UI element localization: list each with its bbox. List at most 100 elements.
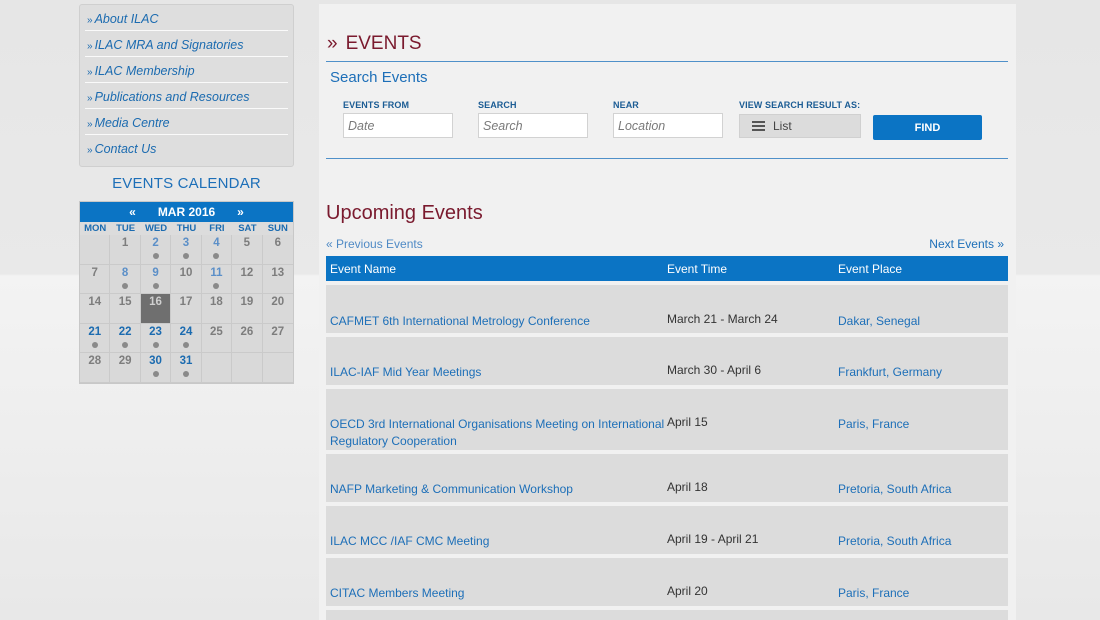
event-name-link[interactable]: ILAC MCC /IAF CMC Meeting — [330, 533, 665, 550]
calendar-day: 6 — [262, 235, 293, 265]
event-dot-icon — [91, 341, 98, 348]
event-time: April 20 — [667, 584, 708, 598]
calendar-grid: 1 2 3 4 5 6 7 8 9 10 11 12 13 14 15 16 17 18 19 20 21 22 23 24 2… — [80, 235, 293, 383]
event-dot-icon — [182, 341, 189, 348]
calendar-empty-cell — [80, 235, 111, 265]
calendar-day: 17 — [171, 294, 202, 324]
find-button[interactable]: FIND — [873, 115, 982, 140]
sidebar-item-about[interactable]: » About ILAC — [85, 5, 288, 31]
calendar-day[interactable]: 11 — [201, 264, 233, 295]
calendar-day-number: 29 — [118, 355, 132, 368]
near-location-input[interactable] — [613, 113, 723, 138]
calendar-day-number: 16 — [149, 296, 162, 309]
events-calendar-title: EVENTS CALENDAR — [112, 175, 261, 192]
page-title: » EVENTS — [327, 33, 422, 55]
table-row: NAFP Marketing & Communication Workshop … — [326, 454, 1008, 502]
search-input[interactable] — [478, 113, 588, 138]
sidebar-item-contact[interactable]: » Contact Us — [85, 135, 288, 161]
main-content: » EVENTS Search Events EVENTS FROM SEARCH… — [319, 4, 1016, 620]
event-time: April 15 — [667, 415, 708, 429]
calendar-day[interactable]: 21 — [80, 323, 111, 354]
event-time: March 21 - March 24 — [667, 312, 778, 326]
title-chevron-icon: » — [327, 33, 338, 54]
table-row: ILAC MCC /IAF CMC Meeting April 19 - Apr… — [326, 506, 1008, 554]
calendar-day: 16 — [140, 294, 172, 324]
calendar-day-number: 18 — [210, 296, 223, 309]
calendar-day: 13 — [262, 264, 293, 295]
calendar-day-number: 27 — [271, 325, 285, 338]
calendar-day[interactable]: 24 — [171, 323, 202, 354]
page-title-text: EVENTS — [345, 33, 422, 54]
table-row: ILAC-IAF Mid Year Meetings March 30 - Ap… — [326, 337, 1008, 385]
calendar-day: 18 — [201, 294, 233, 324]
calendar-day[interactable]: 31 — [171, 353, 202, 383]
event-dot-icon — [213, 253, 220, 259]
event-place-link[interactable]: Pretoria, South Africa — [838, 482, 951, 496]
calendar-day-number: 25 — [210, 325, 223, 338]
calendar-day-number: 21 — [88, 325, 102, 338]
event-dot-icon — [182, 371, 189, 378]
calendar-day[interactable]: 2 — [140, 235, 172, 265]
view-result-value: List — [773, 119, 792, 133]
calendar-day: 25 — [201, 323, 233, 354]
column-header-place: Event Place — [838, 262, 903, 276]
calendar-next-button[interactable]: » — [227, 205, 255, 219]
calendar-day[interactable]: 4 — [201, 235, 233, 265]
sidebar-item-media[interactable]: » Media Centre — [85, 109, 288, 135]
event-name-link[interactable]: CITAC Members Meeting — [330, 585, 665, 602]
sidebar-nav: » About ILAC » ILAC MRA and Signatories » I… — [79, 4, 294, 167]
calendar-day[interactable]: 22 — [110, 323, 141, 354]
next-events-link[interactable]: Next Events » — [929, 237, 1004, 251]
calendar-day: 14 — [80, 294, 111, 324]
calendar-empty-cell — [262, 353, 293, 383]
calendar-day-number: 14 — [88, 296, 102, 309]
events-from-input[interactable] — [343, 113, 453, 138]
near-label: NEAR — [613, 100, 639, 110]
event-place-link[interactable]: Paris, France — [838, 417, 909, 431]
calendar-day: 10 — [171, 264, 202, 295]
calendar-day-number: 13 — [271, 266, 285, 279]
calendar-day[interactable]: 8 — [110, 264, 141, 295]
event-dot-icon — [182, 253, 189, 259]
column-header-name: Event Name — [330, 262, 397, 276]
calendar-day-number: 17 — [179, 296, 193, 309]
previous-events-link[interactable]: « Previous Events — [326, 237, 423, 251]
event-place-link[interactable]: Paris, France — [838, 586, 909, 600]
event-name-link[interactable]: NAFP Marketing & Communication Workshop — [330, 481, 665, 498]
calendar-day[interactable]: 23 — [140, 323, 172, 354]
sidebar-item-label: About ILAC — [94, 12, 159, 26]
event-dot-icon — [122, 282, 129, 289]
sidebar-item-label: Publications and Resources — [94, 90, 250, 104]
calendar-day: 12 — [232, 264, 263, 295]
events-calendar: « MAR 2016 » MON TUE WED THU FRI SAT SUN 12345… — [79, 201, 294, 384]
divider — [326, 61, 1008, 62]
calendar-day: 28 — [80, 353, 111, 383]
divider — [326, 158, 1008, 159]
calendar-day-number: 9 — [152, 266, 159, 279]
calendar-day[interactable]: 3 — [171, 235, 202, 265]
sidebar-item-mra[interactable]: » ILAC MRA and Signatories — [85, 31, 288, 57]
calendar-day-number: 10 — [179, 266, 193, 279]
calendar-day[interactable]: 30 — [140, 353, 172, 383]
event-name-link[interactable]: CAFMET 6th International Metrology Confe… — [330, 313, 665, 330]
calendar-weekday: WED — [144, 223, 168, 234]
event-place-link[interactable]: Pretoria, South Africa — [838, 534, 951, 548]
event-place-link[interactable]: Frankfurt, Germany — [838, 365, 942, 379]
calendar-day: 7 — [80, 264, 111, 295]
view-result-select[interactable]: List — [739, 114, 861, 138]
calendar-day: 20 — [262, 294, 293, 324]
sidebar-item-membership[interactable]: » ILAC Membership — [85, 57, 288, 83]
event-name-link[interactable]: OECD 3rd International Organisations Mee… — [330, 416, 665, 450]
calendar-day: 26 — [232, 323, 263, 354]
calendar-prev-button[interactable]: « — [119, 205, 147, 219]
event-name-link[interactable]: ILAC-IAF Mid Year Meetings — [330, 364, 665, 381]
calendar-day[interactable]: 9 — [140, 264, 172, 295]
calendar-day-number: 19 — [240, 296, 254, 309]
sidebar-item-publications[interactable]: » Publications and Resources — [85, 83, 288, 109]
event-place-link[interactable]: Dakar, Senegal — [838, 314, 920, 328]
calendar-day-number: 6 — [274, 237, 281, 249]
event-dot-icon — [122, 341, 129, 348]
event-time: April 19 - April 21 — [667, 532, 759, 546]
calendar-weekday: TUE — [116, 223, 136, 234]
sidebar-item-label: Contact Us — [94, 142, 157, 156]
